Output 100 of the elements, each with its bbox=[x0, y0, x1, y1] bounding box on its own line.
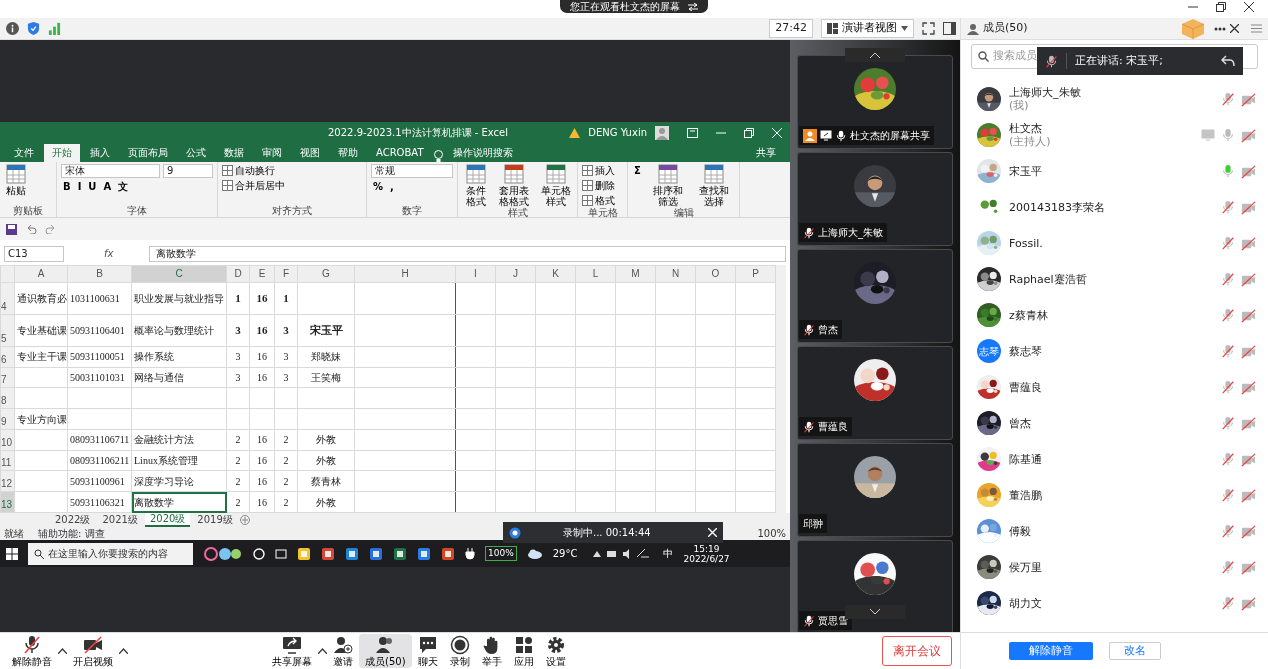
ribbon-tab[interactable]: 视图 bbox=[292, 144, 328, 162]
dropdown-field[interactable]: 常规 bbox=[371, 164, 453, 178]
ribbon-tab[interactable]: 数据 bbox=[216, 144, 252, 162]
ribbon-tab[interactable]: 插入 bbox=[82, 144, 118, 162]
ribbon-button[interactable]: 格式 bbox=[582, 194, 615, 207]
column-header[interactable]: O bbox=[695, 265, 736, 283]
column-header[interactable]: A bbox=[14, 265, 68, 283]
member-row[interactable]: 杜文杰 (主持人) bbox=[961, 117, 1268, 153]
view-dropdown[interactable]: 演讲者视图 bbox=[821, 19, 914, 38]
video-tile[interactable]: 杜文杰的屏幕共享 bbox=[797, 55, 953, 149]
member-row[interactable]: 曹蕴良 bbox=[961, 369, 1268, 405]
row-header[interactable]: 7 bbox=[0, 367, 15, 388]
toolbar-button[interactable]: 聊天 bbox=[411, 634, 444, 668]
close-icon[interactable] bbox=[1244, 2, 1254, 12]
windows-icon[interactable] bbox=[6, 547, 18, 560]
video-tile[interactable]: 上海师大_朱敏 bbox=[797, 152, 953, 246]
column-header[interactable]: C bbox=[131, 265, 227, 283]
function-label[interactable]: fx bbox=[70, 246, 144, 261]
toolbar-button[interactable]: 共享屏幕 bbox=[266, 634, 318, 668]
row-header[interactable]: 10 bbox=[0, 429, 15, 451]
column-header[interactable]: M bbox=[615, 265, 656, 283]
app-icon[interactable] bbox=[393, 546, 407, 561]
ribbon-button[interactable]: 单元格样式 bbox=[538, 164, 573, 207]
cloud-icon[interactable] bbox=[526, 548, 543, 559]
share-button[interactable]: 共享 bbox=[748, 144, 784, 162]
more-icon[interactable] bbox=[1214, 26, 1226, 31]
scroll-down-icon[interactable] bbox=[870, 609, 880, 615]
menu-icon[interactable] bbox=[1251, 24, 1262, 33]
restore-icon[interactable] bbox=[744, 127, 754, 138]
video-tile[interactable]: 曾杰 bbox=[797, 249, 953, 343]
formula-field[interactable]: 离散数学 bbox=[149, 245, 786, 262]
member-row[interactable]: Fossil. bbox=[961, 225, 1268, 261]
row-header[interactable]: 13 bbox=[0, 491, 15, 513]
ribbon-tab[interactable]: 开始 bbox=[44, 144, 80, 162]
info-icon[interactable] bbox=[6, 22, 19, 35]
format-button[interactable]: Σ bbox=[632, 164, 643, 177]
member-row[interactable]: 曾杰 bbox=[961, 405, 1268, 441]
save-icon[interactable] bbox=[6, 223, 17, 235]
member-row[interactable]: 董浩鹏 bbox=[961, 477, 1268, 513]
dropdown-field[interactable]: 9 bbox=[163, 164, 213, 178]
column-header[interactable]: E bbox=[249, 265, 275, 283]
format-button[interactable]: , bbox=[388, 180, 396, 193]
ribbon-button[interactable]: 粘贴 bbox=[4, 164, 28, 196]
back-icon[interactable] bbox=[1221, 55, 1235, 67]
member-row[interactable]: 傅毅 bbox=[961, 513, 1268, 549]
column-header[interactable]: I bbox=[455, 265, 496, 283]
toolbar-button[interactable]: 举手 bbox=[475, 634, 508, 668]
row-header[interactable]: 6 bbox=[0, 346, 15, 368]
accessibility-status[interactable]: 辅助功能: 调查 bbox=[38, 527, 105, 540]
format-button[interactable]: 文 bbox=[116, 180, 131, 193]
undo-icon[interactable] bbox=[25, 224, 37, 234]
ribbon-tab[interactable]: 页面布局 bbox=[120, 144, 176, 162]
format-button[interactable]: A bbox=[101, 180, 114, 193]
column-header[interactable]: J bbox=[495, 265, 536, 283]
ribbon-display-icon[interactable] bbox=[687, 127, 698, 138]
search-field[interactable]: 在这里输入你要搜索的内容 bbox=[28, 542, 193, 565]
member-row[interactable]: z蔡青林 bbox=[961, 297, 1268, 333]
format-button[interactable]: % bbox=[371, 180, 386, 193]
member-row[interactable]: 200143183李荣名 bbox=[961, 189, 1268, 225]
app-icon[interactable] bbox=[441, 546, 455, 561]
row-header[interactable]: 8 bbox=[0, 387, 15, 409]
leave-meeting-button[interactable]: 离开会议 bbox=[882, 636, 952, 666]
format-button[interactable]: B bbox=[61, 180, 73, 193]
video-tile[interactable]: 曹蕴良 bbox=[797, 346, 953, 440]
rename-button[interactable]: 改名 bbox=[1108, 641, 1161, 661]
app-icon[interactable] bbox=[369, 546, 383, 561]
scroll-up-icon[interactable] bbox=[870, 52, 880, 58]
row-header[interactable]: 9 bbox=[0, 408, 15, 430]
ribbon-button[interactable]: 自动换行 bbox=[222, 164, 275, 177]
ribbon-button[interactable]: 排序和筛选 bbox=[646, 164, 689, 207]
column-header[interactable]: G bbox=[297, 265, 355, 283]
column-header[interactable]: N bbox=[655, 265, 696, 283]
member-row[interactable]: 宋玉平 bbox=[961, 153, 1268, 189]
dropdown-field[interactable]: 宋体 bbox=[61, 164, 161, 178]
ribbon-button[interactable]: 条件格式 bbox=[462, 164, 491, 207]
toolbar-button[interactable]: 邀请 bbox=[327, 634, 359, 668]
scrollbar[interactable] bbox=[776, 265, 786, 513]
sheet-tab[interactable]: 2019级 bbox=[192, 514, 238, 526]
column-header[interactable]: L bbox=[575, 265, 616, 283]
row-header[interactable]: 5 bbox=[0, 314, 15, 347]
column-header[interactable]: D bbox=[226, 265, 250, 283]
add-sheet-icon[interactable] bbox=[239, 515, 250, 525]
row-header[interactable]: 4 bbox=[0, 282, 15, 315]
shield-icon[interactable] bbox=[27, 22, 40, 35]
video-tile[interactable]: 邱翀 bbox=[797, 443, 953, 537]
member-row[interactable]: 陈基通 bbox=[961, 441, 1268, 477]
row-header[interactable]: 12 bbox=[0, 470, 15, 492]
member-row[interactable]: 志琴 蔡志琴 bbox=[961, 333, 1268, 369]
tell-me-search[interactable]: 操作说明搜索 bbox=[444, 144, 521, 162]
toolbar-button[interactable]: 解除静音 bbox=[6, 634, 58, 668]
ribbon-tab[interactable]: 文件 bbox=[6, 144, 42, 162]
column-header[interactable]: P bbox=[735, 265, 776, 283]
member-row[interactable]: 胡力文 bbox=[961, 585, 1268, 621]
toolbar-button[interactable]: 成员(50) bbox=[359, 634, 412, 668]
column-header[interactable]: F bbox=[274, 265, 298, 283]
sheet-tab[interactable]: 2021级 bbox=[97, 514, 143, 526]
ribbon-button[interactable]: 插入 bbox=[582, 164, 615, 177]
column-header[interactable]: K bbox=[535, 265, 576, 283]
app-icon[interactable] bbox=[417, 546, 431, 561]
member-row[interactable]: 侯万里 bbox=[961, 549, 1268, 585]
